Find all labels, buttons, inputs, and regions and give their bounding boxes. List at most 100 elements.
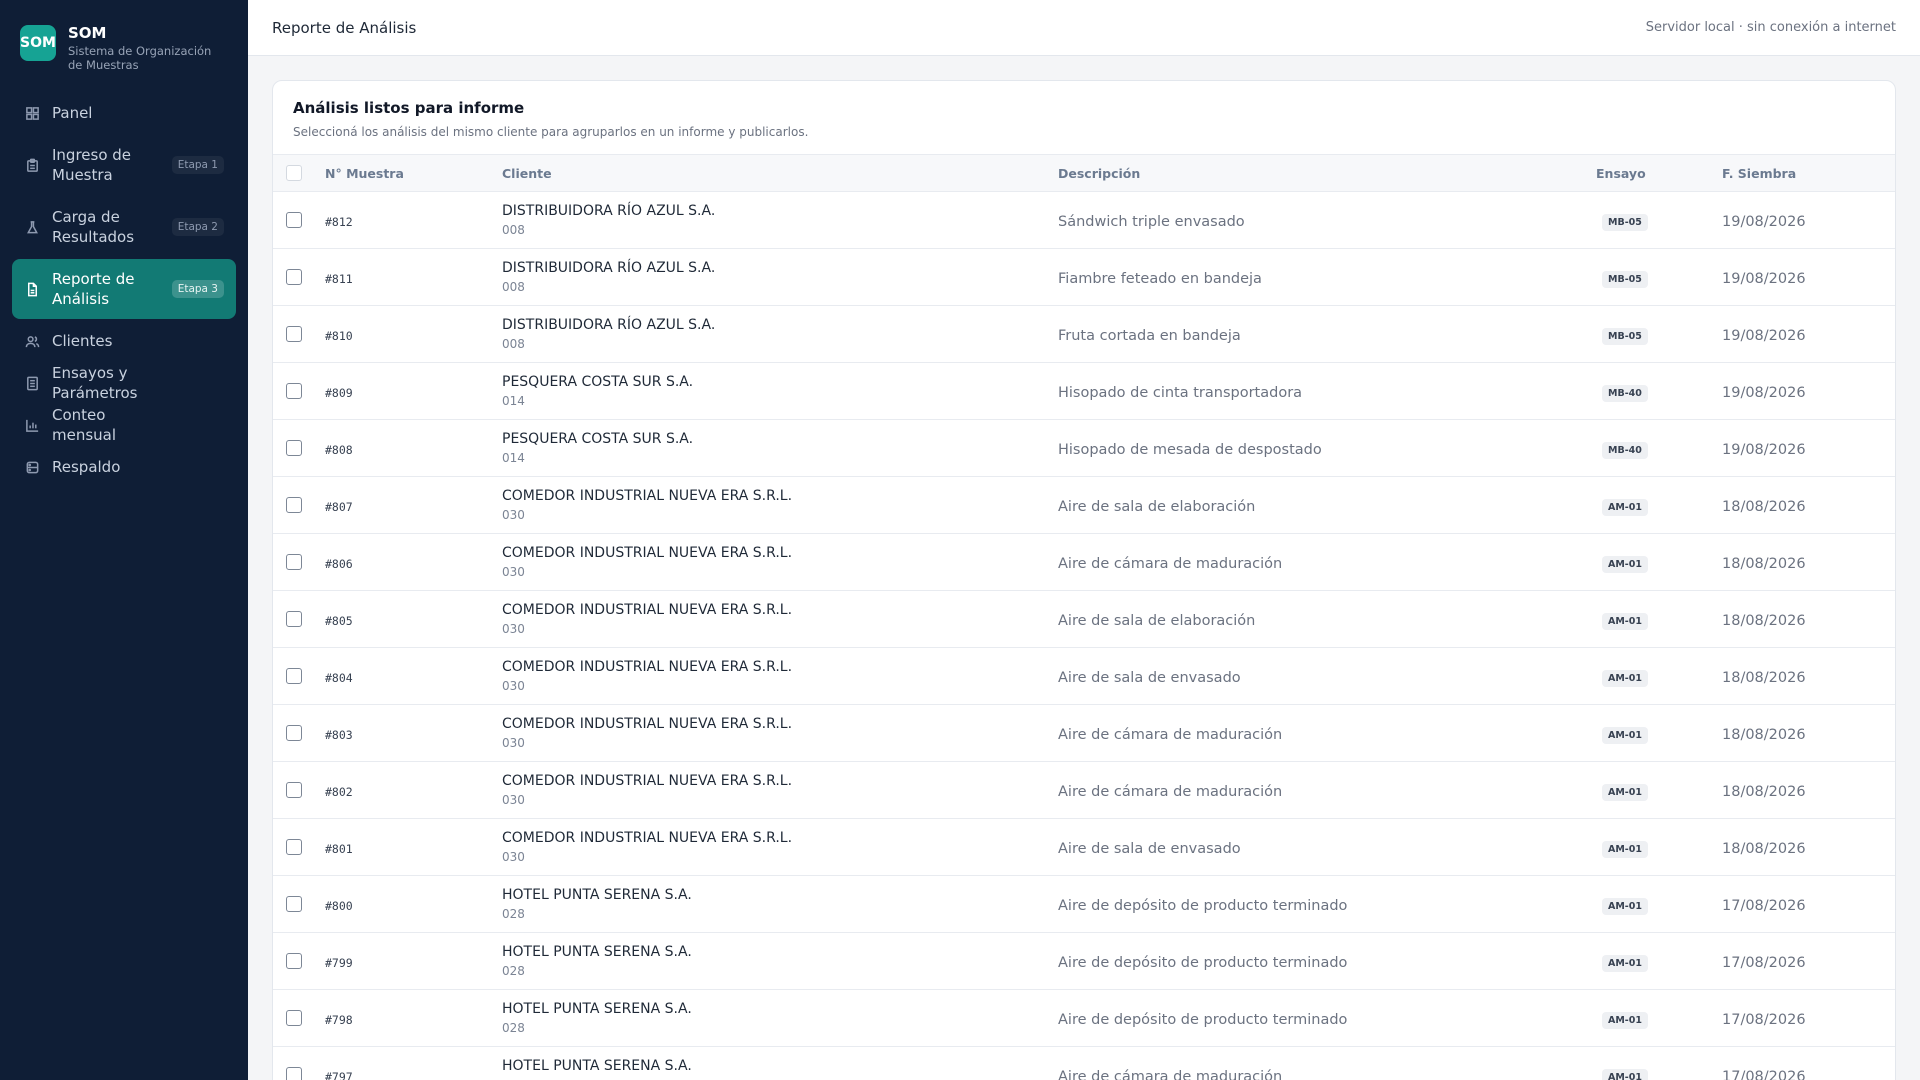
client-name: COMEDOR INDUSTRIAL NUEVA ERA S.R.L. <box>502 602 793 618</box>
stage-badge: Etapa 2 <box>171 218 224 236</box>
sidebar-item-users[interactable]: Clientes <box>12 321 236 361</box>
sowing-date: 17/08/2026 <box>1722 1068 1806 1080</box>
row-checkbox[interactable] <box>286 1010 302 1026</box>
sample-number: #800 <box>325 898 353 913</box>
sidebar-item-document[interactable]: Reporte de Análisis Etapa 3 <box>12 259 236 319</box>
client-name: COMEDOR INDUSTRIAL NUEVA ERA S.R.L. <box>502 488 793 504</box>
test-badge: AM-01 <box>1602 669 1648 687</box>
client-name: HOTEL PUNTA SERENA S.A. <box>502 887 692 903</box>
row-checkbox[interactable] <box>286 725 302 741</box>
table-row[interactable]: #804 COMEDOR INDUSTRIAL NUEVA ERA S.R.L. 0… <box>273 648 1895 705</box>
sample-description: Sándwich triple envasado <box>1058 213 1245 230</box>
test-badge: AM-01 <box>1602 954 1648 972</box>
row-checkbox[interactable] <box>286 953 302 969</box>
page-title: Reporte de Análisis <box>272 18 417 37</box>
column-header-sample[interactable]: N° Muestra <box>325 155 502 192</box>
logo: SOM <box>20 25 56 61</box>
row-checkbox[interactable] <box>286 896 302 912</box>
sowing-date: 18/08/2026 <box>1722 669 1806 686</box>
sowing-date: 18/08/2026 <box>1722 726 1806 743</box>
table-row[interactable]: #802 COMEDOR INDUSTRIAL NUEVA ERA S.R.L. 0… <box>273 762 1895 819</box>
brand-name: SOM <box>68 24 107 42</box>
brand[interactable]: SOM SOM Sistema de Organización de Muest… <box>0 0 248 82</box>
sample-number: #811 <box>325 271 353 286</box>
table-row[interactable]: #809 PESQUERA COSTA SUR S.A. 014 Hisopado d… <box>273 363 1895 420</box>
brand-subtitle: Sistema de Organización de Muestras <box>68 44 212 72</box>
table-row[interactable]: #803 COMEDOR INDUSTRIAL NUEVA ERA S.R.L. 0… <box>273 705 1895 762</box>
sidebar-item-clipboard[interactable]: Ingreso de Muestra Etapa 1 <box>12 135 236 195</box>
row-checkbox[interactable] <box>286 839 302 855</box>
row-checkbox[interactable] <box>286 440 302 456</box>
row-checkbox[interactable] <box>286 554 302 570</box>
client-code: 008 <box>502 337 525 351</box>
table-row[interactable]: #807 COMEDOR INDUSTRIAL NUEVA ERA S.R.L. 0… <box>273 477 1895 534</box>
stage-badge: Etapa 3 <box>171 280 224 298</box>
column-header-test[interactable]: Ensayo <box>1596 155 1722 192</box>
sidebar-item-label: Panel <box>52 104 93 122</box>
sowing-date: 18/08/2026 <box>1722 498 1806 515</box>
sowing-date: 19/08/2026 <box>1722 327 1806 344</box>
table-row[interactable]: #811 DISTRIBUIDORA RÍO AZUL S.A. 008 Fiambr… <box>273 249 1895 306</box>
sample-description: Aire de cámara de maduración <box>1058 555 1283 572</box>
sample-description: Hisopado de mesada de despostado <box>1058 441 1322 458</box>
client-code: 030 <box>502 565 525 579</box>
sidebar-item-label: Reporte de Análisis <box>52 270 135 308</box>
table-row[interactable]: #808 PESQUERA COSTA SUR S.A. 014 Hisopado d… <box>273 420 1895 477</box>
select-all-checkbox[interactable] <box>286 165 302 181</box>
sample-description: Aire de cámara de maduración <box>1058 726 1283 743</box>
column-header-date[interactable]: F. Siembra <box>1722 155 1895 192</box>
row-checkbox[interactable] <box>286 1067 302 1080</box>
client-code: 008 <box>502 223 525 237</box>
row-checkbox[interactable] <box>286 668 302 684</box>
table-row[interactable]: #797HOTEL PUNTA SERENA S.A.028Aire de cá… <box>273 1047 1895 1080</box>
sidebar-item-label: Conteo mensual <box>52 406 117 444</box>
sidebar-item-list[interactable]: Ensayos y Parámetros <box>12 363 236 403</box>
client-code: 030 <box>502 679 525 693</box>
sample-number: #808 <box>325 442 353 457</box>
sidebar-item-bar-chart[interactable]: Conteo mensual <box>12 405 236 445</box>
client-name: COMEDOR INDUSTRIAL NUEVA ERA S.R.L. <box>502 773 793 789</box>
row-checkbox[interactable] <box>286 326 302 342</box>
sample-number: #810 <box>325 328 353 343</box>
table-row[interactable]: #806 COMEDOR INDUSTRIAL NUEVA ERA S.R.L. 0… <box>273 534 1895 591</box>
test-badge: AM-01 <box>1602 498 1648 516</box>
row-checkbox[interactable] <box>286 782 302 798</box>
row-checkbox[interactable] <box>286 269 302 285</box>
row-checkbox[interactable] <box>286 212 302 228</box>
sample-description: Aire de cámara de maduración <box>1058 1068 1283 1080</box>
sidebar-item-database[interactable]: Respaldo <box>12 447 236 487</box>
client-code: 028 <box>502 1021 525 1035</box>
table-header-row: N° Muestra Cliente Descripción Ensayo F.… <box>273 154 1895 192</box>
client-code: 030 <box>502 793 525 807</box>
column-header-description[interactable]: Descripción <box>1058 155 1596 192</box>
table-row[interactable]: #812 DISTRIBUIDORA RÍO AZUL S.A. 008 Sándwi… <box>273 192 1895 249</box>
sample-number: #805 <box>325 613 353 628</box>
client-name: DISTRIBUIDORA RÍO AZUL S.A. <box>502 317 716 333</box>
table-row[interactable]: #801 COMEDOR INDUSTRIAL NUEVA ERA S.R.L. 0… <box>273 819 1895 876</box>
sidebar: SOM SOM Sistema de Organización de Muest… <box>0 0 248 1080</box>
table-row[interactable]: #800 HOTEL PUNTA SERENA S.A. 028 Aire de de… <box>273 876 1895 933</box>
sample-description: Aire de sala de elaboración <box>1058 498 1256 515</box>
test-badge: MB-40 <box>1602 384 1648 402</box>
table-row[interactable]: #810 DISTRIBUIDORA RÍO AZUL S.A. 008 Fruta … <box>273 306 1895 363</box>
client-name: COMEDOR INDUSTRIAL NUEVA ERA S.R.L. <box>502 830 793 846</box>
sidebar-item-flask[interactable]: Carga de Resultados Etapa 2 <box>12 197 236 257</box>
document-icon <box>24 281 40 297</box>
server-status: Servidor local · sin conexión a internet <box>1645 20 1896 35</box>
sidebar-item-grid[interactable]: Panel <box>12 93 236 133</box>
table-row[interactable]: #805 COMEDOR INDUSTRIAL NUEVA ERA S.R.L. 0… <box>273 591 1895 648</box>
sample-description: Hisopado de cinta transportadora <box>1058 384 1303 401</box>
client-name: PESQUERA COSTA SUR S.A. <box>502 431 694 447</box>
sample-number: #799 <box>325 955 353 970</box>
sample-description: Aire de depósito de producto terminado <box>1058 1011 1348 1028</box>
card-subtitle: Seleccioná los análisis del mismo client… <box>293 125 809 139</box>
table-row[interactable]: #798 HOTEL PUNTA SERENA S.A. 028 Aire de de… <box>273 990 1895 1047</box>
row-checkbox[interactable] <box>286 611 302 627</box>
card-title: Análisis listos para informe <box>293 99 525 117</box>
row-checkbox[interactable] <box>286 497 302 513</box>
column-header-client[interactable]: Cliente <box>502 155 1058 192</box>
sowing-date: 19/08/2026 <box>1722 441 1806 458</box>
table-row[interactable]: #799 HOTEL PUNTA SERENA S.A. 028 Aire de de… <box>273 933 1895 990</box>
row-checkbox[interactable] <box>286 383 302 399</box>
sample-description: Aire de sala de elaboración <box>1058 612 1256 629</box>
